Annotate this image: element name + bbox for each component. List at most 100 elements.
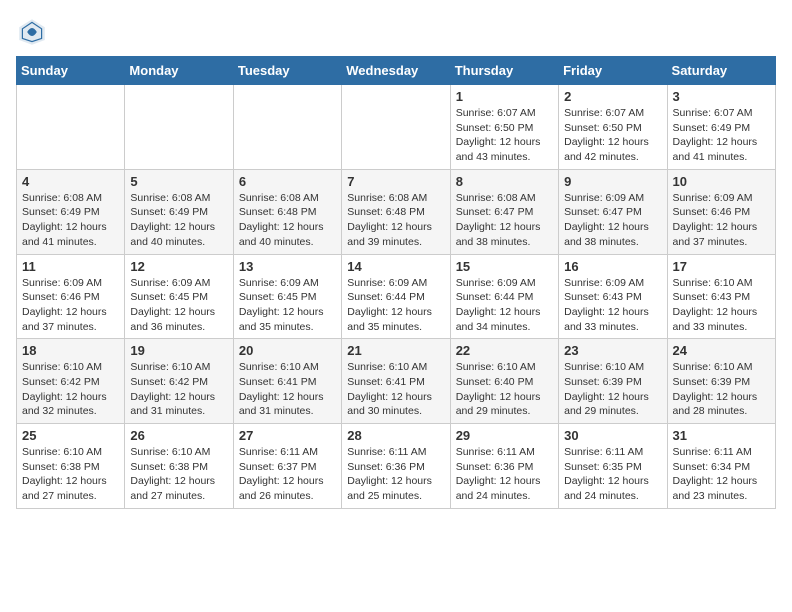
day-info: Sunrise: 6:08 AM Sunset: 6:48 PM Dayligh… — [347, 191, 444, 250]
calendar-cell: 17 Sunrise: 6:10 AM Sunset: 6:43 PM Dayli… — [667, 254, 775, 339]
calendar-cell: 20 Sunrise: 6:10 AM Sunset: 6:41 PM Dayli… — [233, 339, 341, 424]
calendar-week-row: 25 Sunrise: 6:10 AM Sunset: 6:38 PM Dayli… — [17, 424, 776, 509]
day-info: Sunrise: 6:08 AM Sunset: 6:49 PM Dayligh… — [130, 191, 227, 250]
calendar-cell: 13 Sunrise: 6:09 AM Sunset: 6:45 PM Dayli… — [233, 254, 341, 339]
day-number: 13 — [239, 259, 336, 274]
calendar-cell: 30Sunrise: 6:11 AM Sunset: 6:35 PM Dayli… — [559, 424, 667, 509]
calendar-cell — [17, 85, 125, 170]
day-info: Sunrise: 6:09 AM Sunset: 6:46 PM Dayligh… — [22, 276, 119, 335]
calendar-cell: 11 Sunrise: 6:09 AM Sunset: 6:46 PM Dayli… — [17, 254, 125, 339]
calendar-cell: 28 Sunrise: 6:11 AM Sunset: 6:36 PM Dayli… — [342, 424, 450, 509]
calendar-week-row: 11 Sunrise: 6:09 AM Sunset: 6:46 PM Dayli… — [17, 254, 776, 339]
day-info: Sunrise: 6:10 AM Sunset: 6:43 PM Dayligh… — [673, 276, 770, 335]
day-number: 17 — [673, 259, 770, 274]
day-info: Sunrise: 6:09 AM Sunset: 6:46 PM Dayligh… — [673, 191, 770, 250]
column-header-thursday: Thursday — [450, 57, 558, 85]
day-number: 7 — [347, 174, 444, 189]
day-info: Sunrise: 6:10 AM Sunset: 6:38 PM Dayligh… — [22, 445, 119, 504]
calendar-cell: 23 Sunrise: 6:10 AM Sunset: 6:39 PM Dayli… — [559, 339, 667, 424]
day-number: 18 — [22, 343, 119, 358]
day-info: Sunrise: 6:11 AM Sunset: 6:36 PM Dayligh… — [456, 445, 553, 504]
calendar-cell: 19Sunrise: 6:10 AM Sunset: 6:42 PM Dayli… — [125, 339, 233, 424]
day-number: 23 — [564, 343, 661, 358]
day-number: 16 — [564, 259, 661, 274]
calendar-cell: 24 Sunrise: 6:10 AM Sunset: 6:39 PM Dayli… — [667, 339, 775, 424]
column-header-monday: Monday — [125, 57, 233, 85]
day-info: Sunrise: 6:10 AM Sunset: 6:41 PM Dayligh… — [239, 360, 336, 419]
day-number: 4 — [22, 174, 119, 189]
calendar-header-row: SundayMondayTuesdayWednesdayThursdayFrid… — [17, 57, 776, 85]
day-number: 14 — [347, 259, 444, 274]
logo-icon — [16, 16, 48, 48]
calendar-week-row: 18 Sunrise: 6:10 AM Sunset: 6:42 PM Dayli… — [17, 339, 776, 424]
calendar-cell: 26 Sunrise: 6:10 AM Sunset: 6:38 PM Dayli… — [125, 424, 233, 509]
day-number: 25 — [22, 428, 119, 443]
column-header-sunday: Sunday — [17, 57, 125, 85]
calendar-week-row: 4 Sunrise: 6:08 AM Sunset: 6:49 PM Daylig… — [17, 169, 776, 254]
calendar-cell: 22 Sunrise: 6:10 AM Sunset: 6:40 PM Dayli… — [450, 339, 558, 424]
calendar-cell: 7 Sunrise: 6:08 AM Sunset: 6:48 PM Daylig… — [342, 169, 450, 254]
calendar-cell: 10 Sunrise: 6:09 AM Sunset: 6:46 PM Dayli… — [667, 169, 775, 254]
calendar-cell: 3 Sunrise: 6:07 AM Sunset: 6:49 PM Daylig… — [667, 85, 775, 170]
calendar-cell: 18 Sunrise: 6:10 AM Sunset: 6:42 PM Dayli… — [17, 339, 125, 424]
day-number: 11 — [22, 259, 119, 274]
calendar-cell: 14 Sunrise: 6:09 AM Sunset: 6:44 PM Dayli… — [342, 254, 450, 339]
calendar-cell: 2 Sunrise: 6:07 AM Sunset: 6:50 PM Daylig… — [559, 85, 667, 170]
column-header-wednesday: Wednesday — [342, 57, 450, 85]
day-info: Sunrise: 6:10 AM Sunset: 6:41 PM Dayligh… — [347, 360, 444, 419]
calendar-cell — [233, 85, 341, 170]
calendar-cell: 25 Sunrise: 6:10 AM Sunset: 6:38 PM Dayli… — [17, 424, 125, 509]
day-info: Sunrise: 6:10 AM Sunset: 6:42 PM Dayligh… — [130, 360, 227, 419]
calendar-cell: 21 Sunrise: 6:10 AM Sunset: 6:41 PM Dayli… — [342, 339, 450, 424]
day-info: Sunrise: 6:10 AM Sunset: 6:40 PM Dayligh… — [456, 360, 553, 419]
day-number: 24 — [673, 343, 770, 358]
calendar-week-row: 1Sunrise: 6:07 AM Sunset: 6:50 PM Daylig… — [17, 85, 776, 170]
calendar-cell: 9Sunrise: 6:09 AM Sunset: 6:47 PM Daylig… — [559, 169, 667, 254]
day-info: Sunrise: 6:09 AM Sunset: 6:45 PM Dayligh… — [239, 276, 336, 335]
day-info: Sunrise: 6:10 AM Sunset: 6:39 PM Dayligh… — [564, 360, 661, 419]
calendar-cell: 16Sunrise: 6:09 AM Sunset: 6:43 PM Dayli… — [559, 254, 667, 339]
calendar-cell: 12 Sunrise: 6:09 AM Sunset: 6:45 PM Dayli… — [125, 254, 233, 339]
day-number: 8 — [456, 174, 553, 189]
calendar-cell: 1Sunrise: 6:07 AM Sunset: 6:50 PM Daylig… — [450, 85, 558, 170]
day-number: 2 — [564, 89, 661, 104]
column-header-saturday: Saturday — [667, 57, 775, 85]
calendar-cell: 6Sunrise: 6:08 AM Sunset: 6:48 PM Daylig… — [233, 169, 341, 254]
calendar-cell — [342, 85, 450, 170]
calendar-cell: 5 Sunrise: 6:08 AM Sunset: 6:49 PM Daylig… — [125, 169, 233, 254]
day-number: 3 — [673, 89, 770, 104]
calendar-cell: 15Sunrise: 6:09 AM Sunset: 6:44 PM Dayli… — [450, 254, 558, 339]
day-info: Sunrise: 6:10 AM Sunset: 6:39 PM Dayligh… — [673, 360, 770, 419]
day-number: 10 — [673, 174, 770, 189]
day-number: 6 — [239, 174, 336, 189]
day-number: 22 — [456, 343, 553, 358]
day-number: 26 — [130, 428, 227, 443]
day-number: 28 — [347, 428, 444, 443]
column-header-friday: Friday — [559, 57, 667, 85]
day-info: Sunrise: 6:09 AM Sunset: 6:47 PM Dayligh… — [564, 191, 661, 250]
day-number: 29 — [456, 428, 553, 443]
day-info: Sunrise: 6:08 AM Sunset: 6:49 PM Dayligh… — [22, 191, 119, 250]
calendar-cell: 31Sunrise: 6:11 AM Sunset: 6:34 PM Dayli… — [667, 424, 775, 509]
day-number: 31 — [673, 428, 770, 443]
day-info: Sunrise: 6:10 AM Sunset: 6:38 PM Dayligh… — [130, 445, 227, 504]
page-header — [16, 16, 776, 48]
day-info: Sunrise: 6:07 AM Sunset: 6:50 PM Dayligh… — [564, 106, 661, 165]
day-info: Sunrise: 6:11 AM Sunset: 6:37 PM Dayligh… — [239, 445, 336, 504]
day-number: 21 — [347, 343, 444, 358]
calendar-cell: 29 Sunrise: 6:11 AM Sunset: 6:36 PM Dayli… — [450, 424, 558, 509]
day-number: 20 — [239, 343, 336, 358]
day-number: 12 — [130, 259, 227, 274]
day-number: 27 — [239, 428, 336, 443]
day-number: 5 — [130, 174, 227, 189]
day-info: Sunrise: 6:11 AM Sunset: 6:35 PM Dayligh… — [564, 445, 661, 504]
calendar-table: SundayMondayTuesdayWednesdayThursdayFrid… — [16, 56, 776, 509]
day-info: Sunrise: 6:07 AM Sunset: 6:49 PM Dayligh… — [673, 106, 770, 165]
calendar-cell: 8Sunrise: 6:08 AM Sunset: 6:47 PM Daylig… — [450, 169, 558, 254]
day-info: Sunrise: 6:09 AM Sunset: 6:44 PM Dayligh… — [347, 276, 444, 335]
day-info: Sunrise: 6:11 AM Sunset: 6:36 PM Dayligh… — [347, 445, 444, 504]
calendar-cell: 27 Sunrise: 6:11 AM Sunset: 6:37 PM Dayli… — [233, 424, 341, 509]
calendar-cell: 4 Sunrise: 6:08 AM Sunset: 6:49 PM Daylig… — [17, 169, 125, 254]
day-info: Sunrise: 6:09 AM Sunset: 6:45 PM Dayligh… — [130, 276, 227, 335]
day-info: Sunrise: 6:10 AM Sunset: 6:42 PM Dayligh… — [22, 360, 119, 419]
